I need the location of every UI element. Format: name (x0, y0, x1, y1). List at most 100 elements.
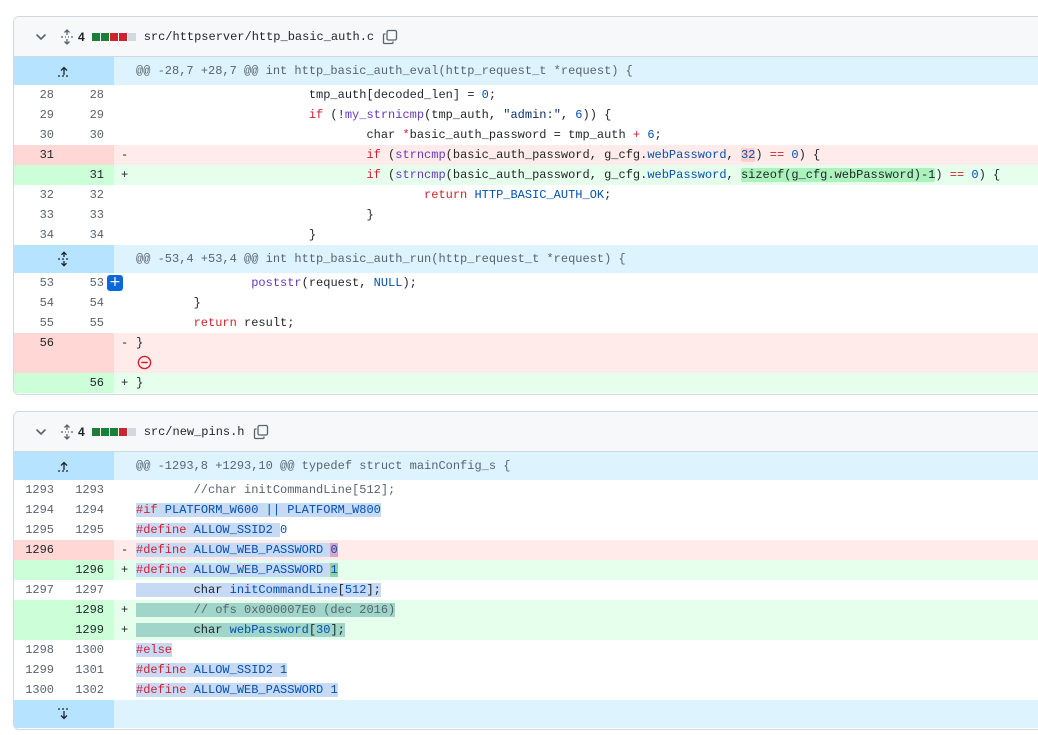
old-line-number[interactable]: 32 (14, 185, 64, 205)
new-line-number[interactable]: 1294 (64, 500, 114, 520)
file-name[interactable]: src/new_pins.h (144, 425, 245, 439)
code-line: if (strncmp(basic_auth_password, g_cfg.w… (136, 165, 1038, 185)
old-line-number[interactable]: 33 (14, 205, 64, 225)
diff-marker (114, 105, 136, 125)
new-line-number[interactable]: 34 (64, 225, 114, 245)
new-line-number[interactable]: 1302 (64, 680, 114, 700)
expand-both-button[interactable] (14, 245, 114, 273)
diff-marker: + (114, 165, 136, 185)
old-line-number[interactable]: 1296 (14, 540, 64, 560)
new-line-number[interactable]: 1298 (64, 600, 114, 620)
new-line-number[interactable] (64, 333, 114, 373)
old-line-number[interactable]: 29 (14, 105, 64, 125)
diffstat-block (100, 32, 109, 41)
new-line-number[interactable]: 1300 (64, 640, 114, 660)
diffstat-blocks (91, 427, 136, 436)
old-line-number[interactable]: 56 (14, 333, 64, 373)
diff-file-new-pins: 4 src/new_pins.h @@ -1293,8 +1293,10 @@ … (13, 411, 1038, 730)
diff-marker: - (114, 540, 136, 560)
code-line: char *basic_auth_password = tmp_auth + 6… (136, 125, 1038, 145)
new-line-number[interactable]: 1293 (64, 480, 114, 500)
old-line-number[interactable]: 1299 (14, 660, 64, 680)
chevron-down-icon[interactable] (35, 31, 47, 43)
new-line-number[interactable]: 29 (64, 105, 114, 125)
added-line: 1299 + char webPassword[30]; (14, 620, 1038, 640)
unfold-icon[interactable] (59, 28, 75, 45)
old-line-number[interactable] (14, 620, 64, 640)
old-line-number[interactable] (14, 600, 64, 620)
diff-marker (114, 480, 136, 500)
new-line-number[interactable] (64, 540, 114, 560)
add-comment-button[interactable]: + (107, 275, 123, 291)
diff-marker (114, 640, 136, 660)
diff-marker (114, 680, 136, 700)
new-line-number[interactable]: 1295 (64, 520, 114, 540)
diffstat-block (100, 427, 109, 436)
diff-line: 34 34 } (14, 225, 1038, 245)
new-line-number[interactable]: 32 (64, 185, 114, 205)
diff-marker (114, 185, 136, 205)
diff-marker (114, 660, 136, 680)
chevron-down-icon[interactable] (35, 426, 47, 438)
diff-file-http-basic-auth: 4 src/httpserver/http_basic_auth.c @@ -2… (13, 16, 1038, 395)
expand-down-button[interactable] (14, 700, 114, 728)
old-line-number[interactable]: 1298 (14, 640, 64, 660)
diff-line: 1298 1300 #else (14, 640, 1038, 660)
old-line-number[interactable]: 1295 (14, 520, 64, 540)
new-line-number[interactable]: 55 (64, 313, 114, 333)
diff-marker: + (114, 560, 136, 580)
old-line-number[interactable] (14, 373, 64, 393)
file-name[interactable]: src/httpserver/http_basic_auth.c (144, 30, 374, 44)
new-line-number[interactable]: 33 (64, 205, 114, 225)
new-line-number[interactable]: 1297 (64, 580, 114, 600)
hunk-header: @@ -53,4 +53,4 @@ int http_basic_auth_ru… (14, 245, 1038, 273)
new-line-number[interactable]: 30 (64, 125, 114, 145)
diff-line: 1295 1295 #define ALLOW_SSID2 0 (14, 520, 1038, 540)
expand-up-button[interactable] (14, 452, 114, 480)
unfold-icon[interactable] (59, 423, 75, 440)
diff-marker: - (114, 333, 136, 373)
hunk-header: @@ -28,7 +28,7 @@ int http_basic_auth_ev… (14, 57, 1038, 85)
new-line-number[interactable]: 31 (64, 165, 114, 185)
diff-marker (114, 500, 136, 520)
old-line-number[interactable]: 54 (14, 293, 64, 313)
code-line: #if PLATFORM_W600 || PLATFORM_W800 (136, 500, 1038, 520)
file-header: 4 src/httpserver/http_basic_auth.c (14, 17, 1038, 57)
expand-up-icon (58, 461, 70, 472)
diffstat-blocks (91, 32, 136, 41)
old-line-number[interactable]: 28 (14, 85, 64, 105)
old-line-number[interactable]: 55 (14, 313, 64, 333)
old-line-number[interactable] (14, 560, 64, 580)
new-line-number[interactable]: 1296 (64, 560, 114, 580)
old-line-number[interactable]: 1293 (14, 480, 64, 500)
copy-icon[interactable] (382, 29, 398, 45)
new-line-number[interactable]: 1301 (64, 660, 114, 680)
old-line-number[interactable]: 1297 (14, 580, 64, 600)
diff-line: 1294 1294 #if PLATFORM_W600 || PLATFORM_… (14, 500, 1038, 520)
diffstat-block (109, 427, 118, 436)
new-line-number[interactable]: 1299 (64, 620, 114, 640)
code-line: } (136, 333, 1038, 373)
code-line: //char initCommandLine[512]; (136, 480, 1038, 500)
old-line-number[interactable]: 31 (14, 145, 64, 165)
old-line-number[interactable]: 1300 (14, 680, 64, 700)
new-line-number[interactable]: 54 (64, 293, 114, 313)
changes-count: 4 (78, 424, 85, 439)
old-line-number[interactable]: 30 (14, 125, 64, 145)
old-line-number[interactable]: 1294 (14, 500, 64, 520)
expand-up-button[interactable] (14, 57, 114, 85)
diff-marker (114, 225, 136, 245)
code-line: if (!my_strnicmp(tmp_auth, "admin:", 6))… (136, 105, 1038, 125)
diff-line: 30 30 char *basic_auth_password = tmp_au… (14, 125, 1038, 145)
new-line-number[interactable]: 56 (64, 373, 114, 393)
new-line-number[interactable] (64, 145, 114, 165)
copy-icon[interactable] (253, 424, 269, 440)
hunk-footer-spacer (114, 700, 1038, 728)
added-line: 56 + } (14, 373, 1038, 393)
deleted-line: 31 - if (strncmp(basic_auth_password, g_… (14, 145, 1038, 165)
code-line: #define ALLOW_WEB_PASSWORD 1 (136, 560, 1038, 580)
old-line-number[interactable] (14, 165, 64, 185)
old-line-number[interactable]: 53 (14, 273, 64, 293)
old-line-number[interactable]: 34 (14, 225, 64, 245)
new-line-number[interactable]: 28 (64, 85, 114, 105)
